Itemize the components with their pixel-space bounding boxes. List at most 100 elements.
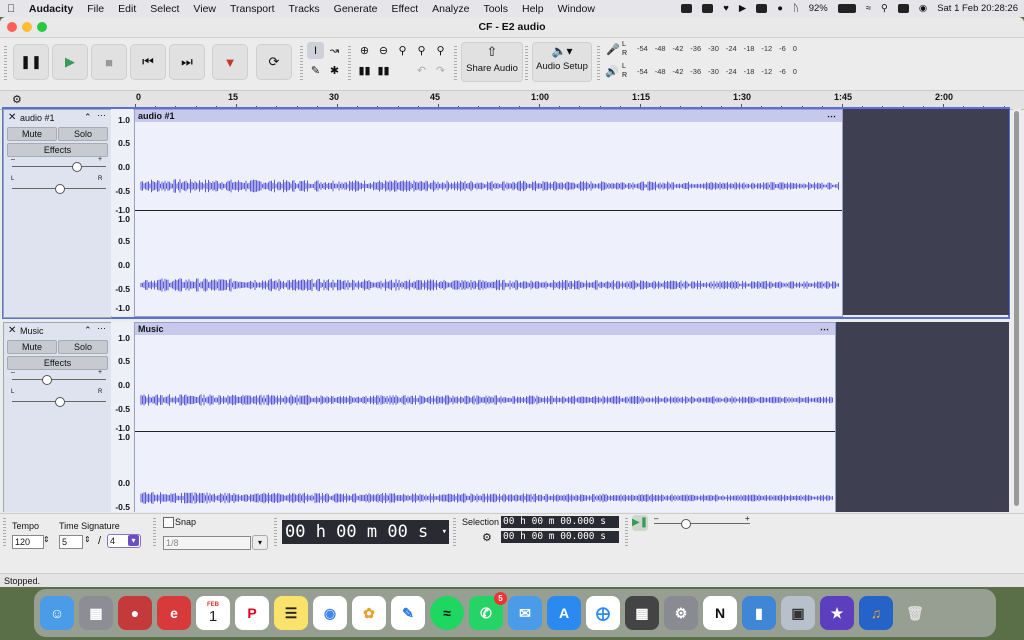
effects-button[interactable]: Effects [7,356,108,370]
gain-slider-knob[interactable] [72,162,83,172]
solo-button[interactable]: Solo [58,340,108,354]
spotify-icon[interactable]: ≈ [430,596,464,630]
undo-button[interactable]: ↶ [413,62,430,79]
selection-settings-icon[interactable]: ⚙ [482,531,492,544]
pan-slider-knob[interactable] [55,184,65,194]
microphone-icon[interactable]: 🎤 [606,43,620,56]
play-speed-slider[interactable] [654,519,750,529]
bluetooth-icon[interactable]: ᚢ [793,3,799,14]
clip-menu-icon[interactable]: ⋯ [820,323,829,335]
menu-analyze[interactable]: Analyze [425,3,476,15]
window-icon[interactable] [756,4,768,13]
audio-clip[interactable]: audio #1 ⋯ [134,109,843,317]
empty-track-area[interactable] [836,322,1009,512]
meter-grip[interactable] [597,46,600,80]
selection-tool-button[interactable]: I [307,42,324,59]
menu-effect[interactable]: Effect [384,3,425,15]
loop-button[interactable]: ⟳ [256,44,292,80]
play-at-speed-button[interactable]: ▶❚ [632,515,648,531]
pan-slider-knob[interactable] [55,397,65,407]
gain-slider[interactable] [12,162,106,172]
redo-button[interactable]: ↷ [432,62,449,79]
share-grip[interactable] [454,46,457,80]
collapse-chevron-icon[interactable]: ⌃ [84,325,92,336]
vertical-scrollbar-thumb[interactable] [1014,111,1019,506]
menu-transport[interactable]: Transport [223,3,282,15]
snap-checkbox[interactable] [163,517,174,528]
snap-value-select[interactable]: 1/8 [163,536,251,550]
share-audio-button[interactable]: ⇧ Share Audio [461,42,523,82]
preview-icon[interactable]: ▮ [742,596,776,630]
zoom-in-button[interactable]: ⊕ [356,42,373,59]
skip-end-button[interactable]: ⏭ [169,44,205,80]
tempo-stepper-icon[interactable]: ⇕ [43,535,50,544]
fit-project-button[interactable]: ⚲ [413,42,430,59]
pinterest-icon[interactable]: P [235,596,269,630]
clip-header[interactable]: Music ⋯ [135,323,835,335]
record-button[interactable]: ▼ [212,44,248,80]
audio-clip[interactable]: Music ⋯ [134,322,836,514]
gain-slider[interactable] [12,375,106,385]
photo-booth-icon[interactable]: ● [118,596,152,630]
pan-slider[interactable] [12,397,106,407]
menu-select[interactable]: Select [143,3,186,15]
zoom-window-icon[interactable] [37,22,47,32]
skip-start-button[interactable]: ⏮ [130,44,166,80]
close-window-icon[interactable] [7,22,17,32]
status-app-icon[interactable] [681,4,693,13]
timeline-settings-icon[interactable]: ⚙ [12,93,22,106]
track-name[interactable]: audio #1 [20,113,55,123]
snap-dropdown-icon[interactable]: ▾ [252,535,268,550]
minimize-window-icon[interactable] [22,22,32,32]
audio-setup-button[interactable]: 🔈▾ Audio Setup [532,42,592,82]
collapse-chevron-icon[interactable]: ⌃ [84,112,92,123]
time-format-chevron-icon[interactable]: ▾ [442,520,447,544]
fit-selection-button[interactable]: ⚲ [394,42,411,59]
system-settings-icon[interactable]: ⚙ [664,596,698,630]
play-speed-knob[interactable] [681,519,691,529]
battery-percent[interactable]: 92% [809,3,828,14]
track-name[interactable]: Music [20,326,44,336]
mute-button[interactable]: Mute [7,340,57,354]
selection-end-display[interactable]: 00 h 00 m 00.000 s [501,531,619,543]
pause-button[interactable]: ❚❚ [13,44,49,80]
notion-icon[interactable]: N [703,596,737,630]
solo-button[interactable]: Solo [58,127,108,141]
screenshot-icon[interactable]: ▣ [781,596,815,630]
stop-button[interactable]: ■ [91,44,127,80]
launchpad-icon[interactable]: ▦ [79,596,113,630]
finder-icon[interactable]: ☺ [40,596,74,630]
heart-icon[interactable]: ♥ [723,3,729,14]
pan-slider[interactable] [12,184,106,194]
multi-tool-button[interactable]: ✱ [326,62,343,79]
menu-window[interactable]: Window [551,3,602,15]
timesig-stepper-icon[interactable]: ⇕ [84,535,91,544]
trash-icon[interactable]: 🗑 [898,596,932,630]
menu-tracks[interactable]: Tracks [282,3,327,15]
mute-button[interactable]: Mute [7,127,57,141]
notes-icon[interactable]: ☰ [274,596,308,630]
app-store-icon[interactable]: A [547,596,581,630]
gain-slider-knob[interactable] [42,375,53,385]
audacity-icon[interactable]: ♫ [859,596,893,630]
expensify-icon[interactable]: e [157,596,191,630]
calculator-icon[interactable]: ▦ [625,596,659,630]
battery-icon[interactable] [837,4,856,13]
track-control-panel[interactable]: ✕ Music ⌃ ⋯ Mute Solo Effects – + L R [3,322,112,514]
mail-icon[interactable]: ✉ [508,596,542,630]
speaker-icon[interactable]: 🔊 [605,65,619,78]
timesig-denominator-select[interactable]: 4 ▾ [107,534,141,548]
tools-grip[interactable] [300,46,303,80]
clip-header[interactable]: audio #1 ⋯ [135,110,842,122]
draw-tool-button[interactable]: ✎ [307,62,324,79]
clip-menu-icon[interactable]: ⋯ [827,110,836,122]
notion-status-icon[interactable] [702,4,714,13]
menu-generate[interactable]: Generate [327,3,385,15]
edit-grip[interactable] [348,46,351,80]
menu-file[interactable]: File [80,3,111,15]
time-display[interactable]: 00 h 00 m 00 s ▾ [282,520,449,544]
setup-grip[interactable] [525,46,528,80]
menu-help[interactable]: Help [515,3,551,15]
imovie-icon[interactable]: ★ [820,596,854,630]
spotlight-icon[interactable]: ⚲ [881,3,888,14]
